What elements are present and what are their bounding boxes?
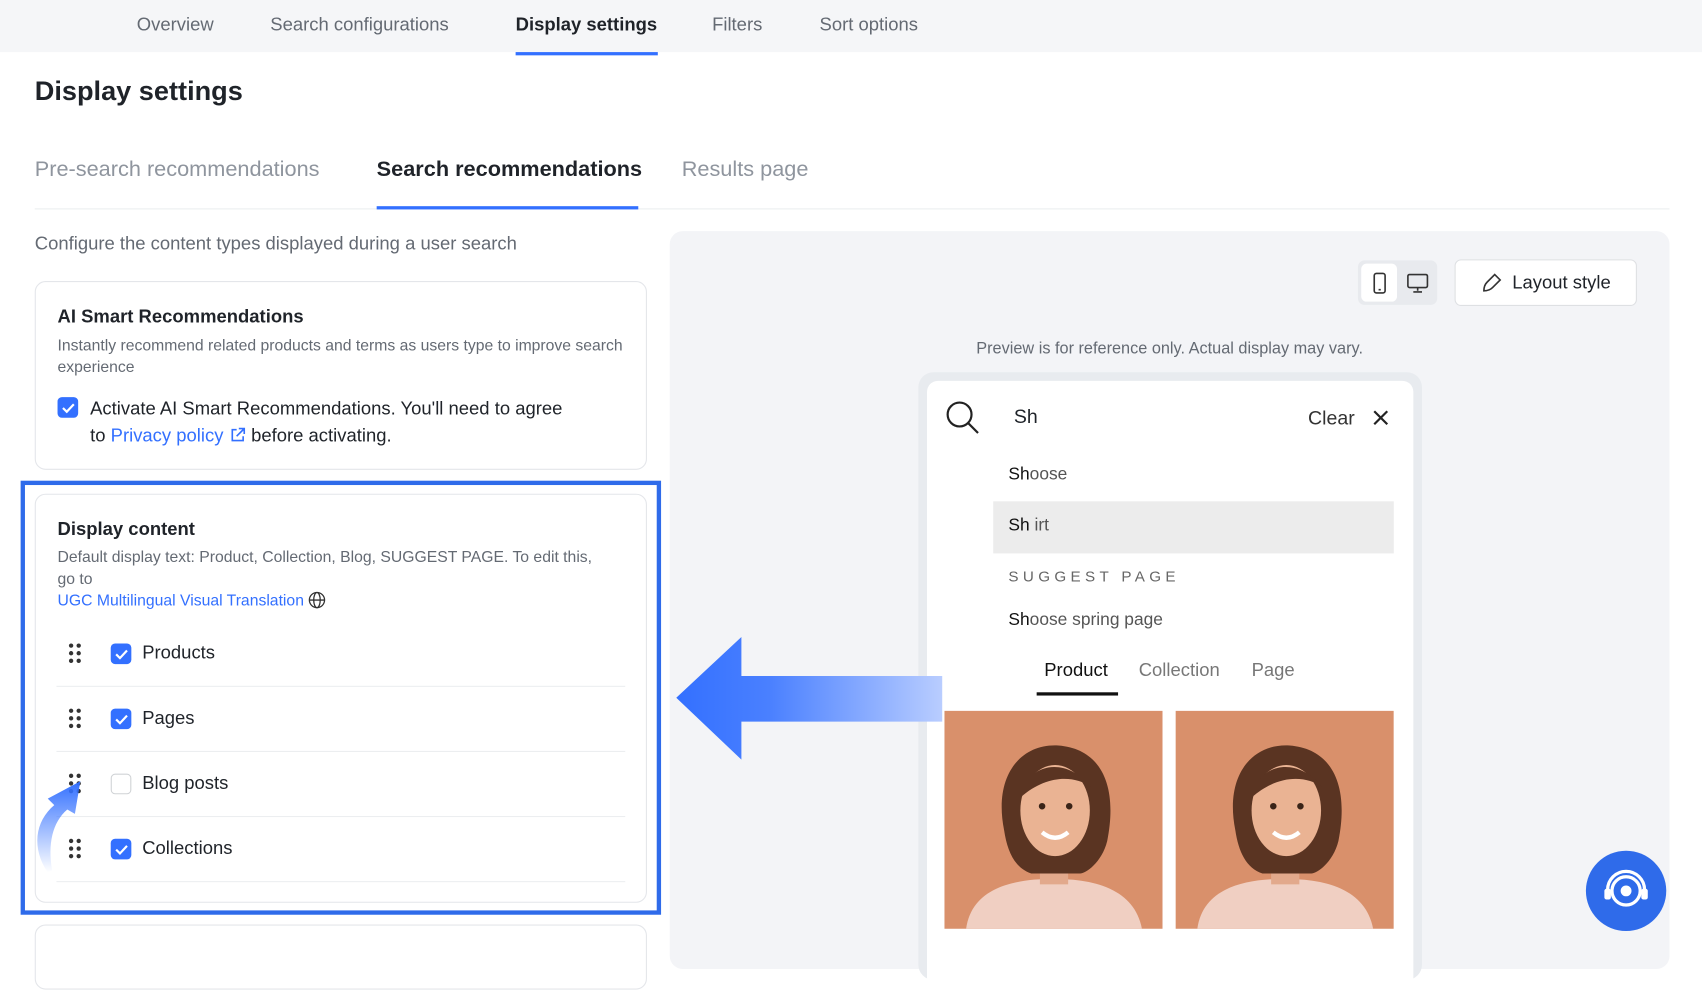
suggestion-highlight bbox=[993, 501, 1394, 554]
layout-style-label: Layout style bbox=[1512, 271, 1611, 293]
tab-overview[interactable]: Overview bbox=[137, 14, 214, 36]
layout-style-button[interactable]: Layout style bbox=[1454, 259, 1637, 306]
subtab-pre-search[interactable]: Pre-search recommendations bbox=[35, 157, 320, 182]
preview-note: Preview is for reference only. Actual di… bbox=[976, 339, 1363, 359]
intro-text: Configure the content types displayed du… bbox=[34, 233, 517, 254]
preview-tab-underline bbox=[1036, 692, 1119, 696]
ai-card-title: AI Smart Recommendations bbox=[57, 305, 304, 327]
support-button[interactable] bbox=[1585, 850, 1667, 932]
ai-card-description: Instantly recommend related products and… bbox=[57, 337, 623, 377]
external-link-icon bbox=[229, 425, 246, 446]
tab-search-configurations[interactable]: Search configurations bbox=[270, 14, 448, 36]
tab-sort-options[interactable]: Sort options bbox=[820, 14, 918, 36]
product-image[interactable] bbox=[944, 710, 1163, 929]
mobile-view-button[interactable] bbox=[1361, 263, 1398, 302]
highlight-box bbox=[20, 480, 662, 915]
page-title: Display settings bbox=[34, 75, 243, 107]
subtab-results-page[interactable]: Results page bbox=[682, 157, 809, 182]
next-card bbox=[34, 924, 647, 990]
search-icon bbox=[946, 401, 979, 434]
preview-tab-page[interactable]: Page bbox=[1252, 660, 1295, 682]
tab-display-settings[interactable]: Display settings bbox=[516, 14, 658, 36]
ai-activate-text-3: before activating. bbox=[251, 425, 392, 446]
subtab-divider bbox=[34, 208, 1670, 210]
ai-activate-text-2: to bbox=[90, 425, 106, 446]
ai-smart-card: AI Smart Recommendations Instantly recom… bbox=[34, 281, 647, 470]
curved-arrow-icon bbox=[37, 781, 81, 873]
ai-activate-checkbox[interactable] bbox=[57, 397, 79, 418]
active-tab-underline bbox=[515, 52, 658, 56]
brush-icon bbox=[1483, 272, 1502, 292]
close-icon[interactable] bbox=[1372, 409, 1389, 426]
clear-button[interactable]: Clear bbox=[1308, 407, 1355, 430]
desktop-view-button[interactable] bbox=[1399, 264, 1435, 302]
headset-icon bbox=[1604, 869, 1648, 907]
suggestion-item-active[interactable]: Sh irt bbox=[1008, 517, 1049, 537]
left-arrow-icon bbox=[676, 636, 943, 760]
preview-tab-collection[interactable]: Collection bbox=[1139, 660, 1220, 682]
device-toggle bbox=[1357, 260, 1438, 305]
suggest-page-heading: SUGGEST PAGE bbox=[1008, 567, 1180, 585]
mobile-icon bbox=[1372, 272, 1386, 294]
desktop-icon bbox=[1406, 273, 1428, 293]
ai-activate-text: Activate AI Smart Recommendations. You'l… bbox=[90, 398, 563, 419]
tab-filters[interactable]: Filters bbox=[712, 14, 762, 36]
subtab-search-recommendations[interactable]: Search recommendations bbox=[377, 157, 642, 182]
search-query[interactable]: Sh bbox=[1014, 406, 1038, 429]
privacy-policy-link[interactable]: Privacy policy bbox=[111, 425, 224, 446]
active-subtab-underline bbox=[376, 206, 639, 210]
page-suggestion[interactable]: Shoose spring page bbox=[1008, 611, 1163, 631]
product-image[interactable] bbox=[1175, 710, 1394, 929]
preview-tab-product[interactable]: Product bbox=[1044, 660, 1108, 682]
suggestion-item[interactable]: Shoose bbox=[1008, 466, 1067, 486]
